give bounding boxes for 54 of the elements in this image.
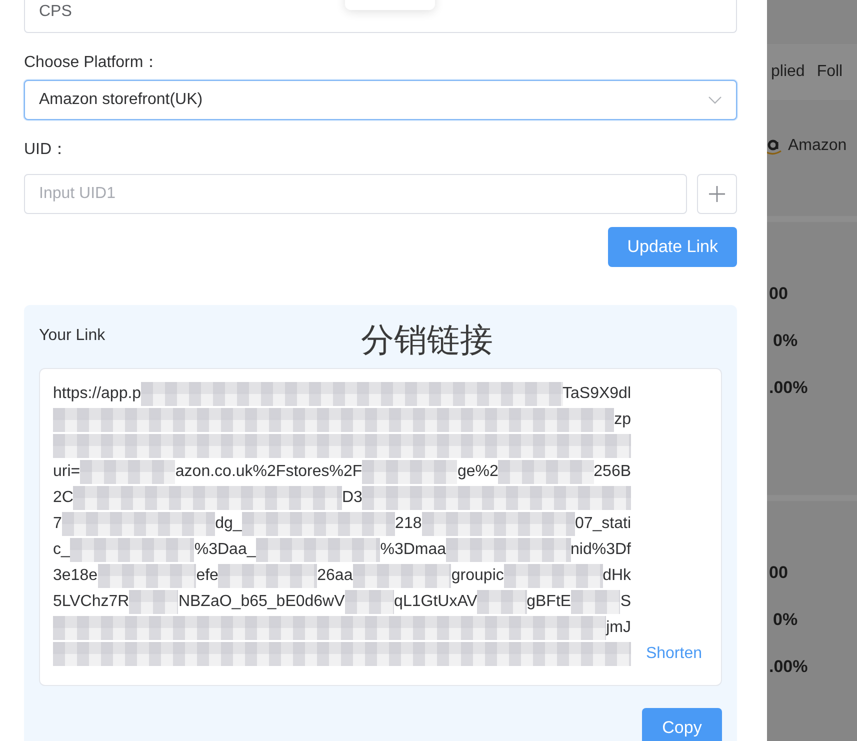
link-text: %3Daa_ (194, 541, 256, 559)
platform-text: Amazon (788, 137, 847, 155)
plus-icon (708, 185, 726, 203)
update-link-button[interactable]: Update Link (608, 227, 737, 267)
redaction-mosaic (344, 590, 394, 614)
link-text: groupic (451, 567, 504, 585)
link-text: 07_stati (574, 515, 632, 533)
tab-label: plied (771, 63, 805, 81)
stat-value: 0% (772, 609, 799, 631)
link-text: gBFtE (526, 593, 572, 611)
type-field[interactable]: CPS (24, 0, 737, 33)
redaction-mosaic (477, 590, 527, 614)
link-text: uri= (53, 463, 80, 481)
link-text: zp (614, 411, 631, 429)
link-text: https://app.p (53, 385, 142, 403)
link-text: c_ (53, 541, 70, 559)
stat-value: 00 (768, 562, 789, 584)
link-text: jmJ (606, 619, 631, 637)
platform-select[interactable]: Amazon storefront(UK) (24, 80, 737, 120)
link-text: nid%3Df (570, 541, 631, 559)
copy-button[interactable]: Copy (642, 708, 722, 741)
link-text: TaS9X9dl (562, 385, 631, 403)
link-text: qL1GtUxAV (394, 593, 478, 611)
tab-label: Foll (816, 63, 843, 81)
link-text: %3Dmaa (380, 541, 446, 559)
platform-label: Choose Platform： (24, 53, 160, 73)
uid-label: UID： (24, 140, 69, 160)
stat-value: .00% (768, 656, 809, 678)
add-button[interactable] (697, 174, 737, 214)
link-text: 5LVChz7R (53, 593, 130, 611)
link-text: ge%2 (457, 463, 498, 481)
link-text: efe (196, 567, 218, 585)
link-text: D3 (342, 489, 362, 507)
stat-value: .00% (768, 377, 809, 399)
shorten-link[interactable]: Shorten (646, 645, 702, 663)
link-text: 26aa (317, 567, 353, 585)
link-text: S (620, 593, 632, 611)
link-text: dg_ (215, 515, 242, 533)
redaction-mosaic (571, 590, 620, 614)
link-text: NBZaO_b65_bE0d6wV (178, 593, 345, 611)
link-text: 2C (53, 489, 74, 507)
link-text: 3e18e (53, 567, 98, 585)
link-text: 218 (395, 515, 422, 533)
redaction-mosaic (129, 590, 178, 614)
card-title: Your Link (39, 327, 106, 345)
link-text: 256B (594, 463, 632, 481)
annotation-text: 分销链接 (361, 320, 494, 360)
uid-input[interactable]: Input UID1 (24, 174, 687, 214)
stat-value: 00 (768, 283, 789, 305)
stat-value: 0% (772, 330, 799, 352)
link-text: azon.co.uk%2Fstores%2F (175, 463, 362, 481)
link-text: 7 (53, 515, 62, 533)
chevron-down-icon (708, 96, 722, 104)
link-text: dHk (602, 567, 632, 585)
